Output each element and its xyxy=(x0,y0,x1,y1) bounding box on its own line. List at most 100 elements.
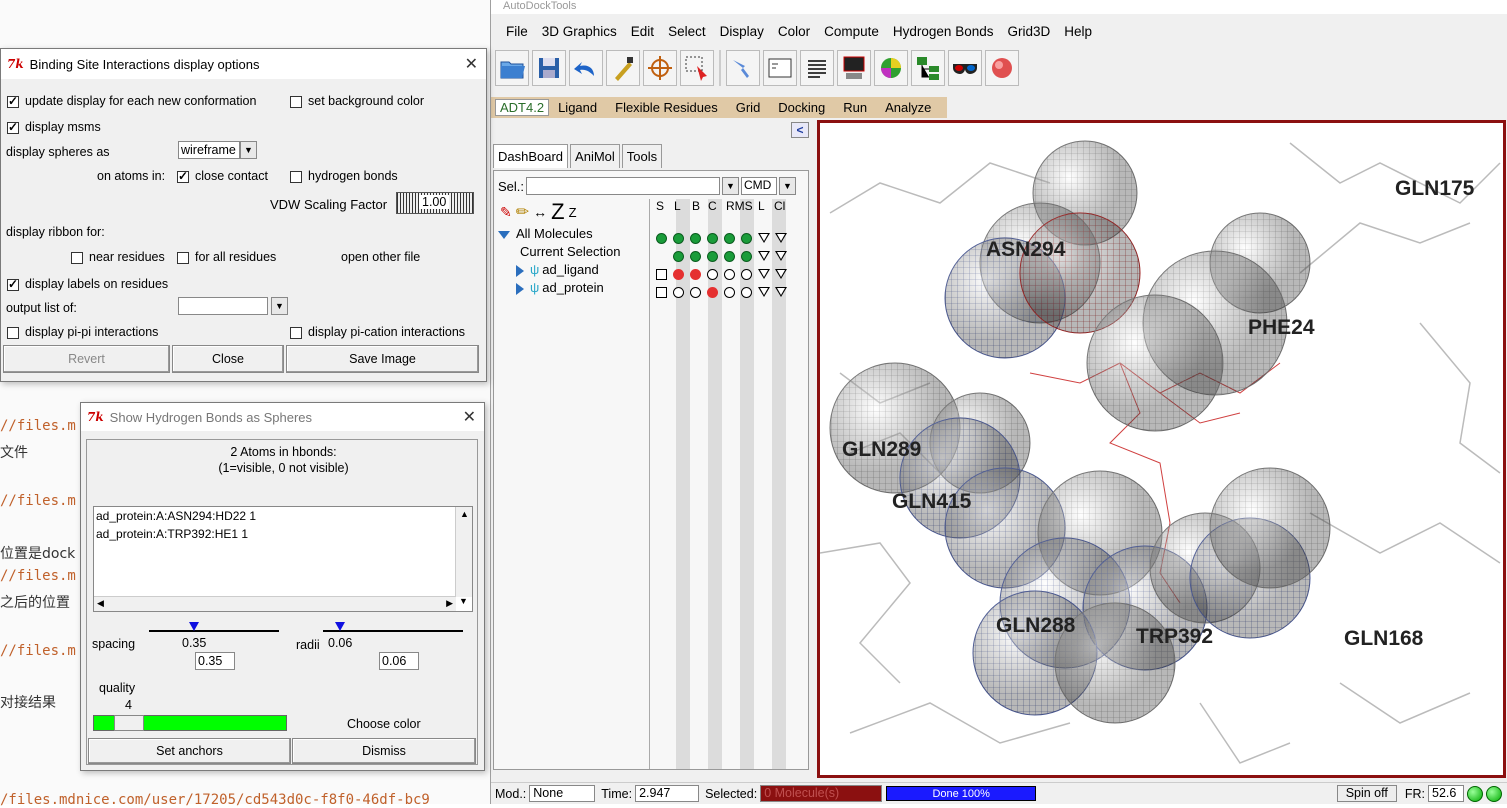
hbond-listbox[interactable]: ad_protein:A:ASN294:HD22 1 ad_protein:A:… xyxy=(93,506,473,612)
spacing-slider[interactable] xyxy=(149,630,279,632)
display-toggle-icon[interactable] xyxy=(673,287,684,298)
display-toggle-icon[interactable] xyxy=(690,287,701,298)
surface-icon[interactable] xyxy=(985,50,1019,86)
crosshair-icon[interactable] xyxy=(643,50,677,86)
selection-dropdown-icon[interactable]: ▼ xyxy=(722,177,740,195)
toggle-triangle-icon[interactable] xyxy=(775,269,787,279)
revert-button[interactable]: Revert xyxy=(3,345,170,373)
display-toggle-icon[interactable] xyxy=(673,251,684,262)
display-toggle-icon[interactable] xyxy=(707,269,718,280)
spheres-value[interactable]: wireframe xyxy=(178,141,240,159)
radii-input[interactable]: 0.06 xyxy=(379,652,419,670)
checkbox-icon[interactable] xyxy=(290,95,302,108)
display-toggle-icon[interactable] xyxy=(656,233,667,244)
toggle-triangle-icon[interactable] xyxy=(758,233,770,243)
open-folder-icon[interactable] xyxy=(495,50,529,86)
spheres-dropdown[interactable]: wireframe ▼ xyxy=(178,141,257,159)
module-run[interactable]: Run xyxy=(834,100,876,115)
pi-pi-checkbox[interactable]: display pi-pi interactions xyxy=(7,325,158,339)
toggle-triangle-icon[interactable] xyxy=(758,269,770,279)
menu-grid3d[interactable]: Grid3D xyxy=(1000,24,1057,39)
all-residues-checkbox[interactable]: for all residues xyxy=(177,250,276,264)
tree-all-molecules[interactable]: All Molecules xyxy=(498,225,649,243)
save-image-button[interactable]: Save Image xyxy=(286,345,479,373)
hydrogen-bonds-checkbox[interactable]: hydrogen bonds xyxy=(290,169,398,183)
set-background-checkbox[interactable]: set background color xyxy=(290,94,424,108)
select-icon[interactable]: ✎ xyxy=(500,204,512,221)
set-anchors-button[interactable]: Set anchors xyxy=(88,738,291,764)
output-list-value[interactable] xyxy=(178,297,268,315)
dropdown-arrow-icon[interactable]: ▼ xyxy=(240,141,257,159)
column-header[interactable]: RMS xyxy=(726,199,753,213)
checkbox-checked-icon[interactable] xyxy=(177,169,189,183)
toggle-triangle-icon[interactable] xyxy=(758,287,770,297)
select-box-icon[interactable] xyxy=(680,50,714,86)
choose-color-label[interactable]: Choose color xyxy=(347,717,421,731)
cmd-dropdown-icon[interactable]: ▼ xyxy=(779,177,797,195)
display-toggle-icon[interactable] xyxy=(707,287,718,298)
expanded-triangle-icon[interactable] xyxy=(498,230,510,239)
collapsed-triangle-icon[interactable] xyxy=(516,264,524,277)
display-toggle-icon[interactable] xyxy=(690,269,701,280)
display-toggle-icon[interactable] xyxy=(690,233,701,244)
menu-select[interactable]: Select xyxy=(661,24,713,39)
display-labels-checkbox[interactable]: display labels on residues xyxy=(7,277,168,291)
scroll-right-icon[interactable]: ▶ xyxy=(446,598,453,609)
near-residues-checkbox[interactable]: near residues xyxy=(71,250,165,264)
stereo-glasses-icon[interactable] xyxy=(948,50,982,86)
3d-viewer[interactable]: GLN175 ASN294 PHE24 GLN289 GLN415 GLN288 TRP39… xyxy=(817,120,1506,778)
close-contact-checkbox[interactable]: close contact xyxy=(177,169,268,183)
tree-ad-ligand[interactable]: ψ ad_ligand xyxy=(498,261,649,279)
display-toggle-icon[interactable] xyxy=(707,251,718,262)
color-sphere-icon[interactable] xyxy=(874,50,908,86)
tree-ad-protein[interactable]: ψ ad_protein xyxy=(498,279,649,297)
radii-slider-handle-icon[interactable] xyxy=(335,622,345,631)
menu-edit[interactable]: Edit xyxy=(624,24,661,39)
column-header[interactable]: C xyxy=(708,199,717,213)
collapse-panel-icon[interactable]: < xyxy=(791,122,809,138)
display-toggle-icon[interactable] xyxy=(673,269,684,280)
quality-slider-handle[interactable] xyxy=(114,715,144,731)
tab-dashboard[interactable]: DashBoard xyxy=(493,144,569,168)
checkbox-icon[interactable] xyxy=(7,326,19,339)
display-toggle-icon[interactable] xyxy=(724,233,735,244)
checkbox-icon[interactable] xyxy=(71,251,83,264)
module-adt42[interactable]: ADT4.2 xyxy=(495,99,550,116)
display-toggle-icon[interactable] xyxy=(741,251,752,262)
scroll-left-icon[interactable]: ◀ xyxy=(97,598,104,609)
display-toggle-icon[interactable] xyxy=(741,287,752,298)
spin-toggle[interactable]: Spin off xyxy=(1336,785,1397,802)
column-header[interactable]: B xyxy=(692,199,700,213)
checkbox-icon[interactable] xyxy=(290,326,302,339)
spacing-input[interactable]: 0.35 xyxy=(195,652,235,670)
sort-z-small-icon[interactable]: Z xyxy=(569,205,577,220)
display-toggle-icon[interactable] xyxy=(707,233,718,244)
toggle-triangle-icon[interactable] xyxy=(775,251,787,261)
close-icon[interactable]: ✕ xyxy=(463,407,476,427)
toggle-triangle-icon[interactable] xyxy=(775,287,787,297)
dismiss-button[interactable]: Dismiss xyxy=(292,738,476,764)
scroll-up-icon[interactable]: ▲ xyxy=(460,509,469,519)
close-icon[interactable]: ✕ xyxy=(465,54,478,74)
hbond-list-item[interactable]: ad_protein:A:TRP392:HE1 1 xyxy=(96,527,248,541)
menu-help[interactable]: Help xyxy=(1057,24,1099,39)
checkbox-checked-icon[interactable] xyxy=(7,94,19,108)
menu-compute[interactable]: Compute xyxy=(817,24,886,39)
menu-hydrogen-bonds[interactable]: Hydrogen Bonds xyxy=(886,24,1001,39)
display-toggle-icon[interactable] xyxy=(690,251,701,262)
text-lines-icon[interactable] xyxy=(800,50,834,86)
checkbox-checked-icon[interactable] xyxy=(7,120,19,134)
display-toggle-icon[interactable] xyxy=(724,269,735,280)
menu-file[interactable]: File xyxy=(499,24,535,39)
display-toggle-icon[interactable] xyxy=(741,269,752,280)
scroll-down-icon[interactable]: ▼ xyxy=(455,596,472,611)
menu-color[interactable]: Color xyxy=(771,24,817,39)
tree-current-selection[interactable]: Current Selection xyxy=(498,243,649,261)
open-other-file[interactable]: open other file xyxy=(341,250,420,264)
module-ligand[interactable]: Ligand xyxy=(549,100,606,115)
close-button[interactable]: Close xyxy=(172,345,284,373)
display-toggle-icon[interactable] xyxy=(724,287,735,298)
python-shell-icon[interactable] xyxy=(726,50,760,86)
dropdown-arrow-icon[interactable]: ▼ xyxy=(271,297,288,315)
tab-tools[interactable]: Tools xyxy=(621,144,663,168)
